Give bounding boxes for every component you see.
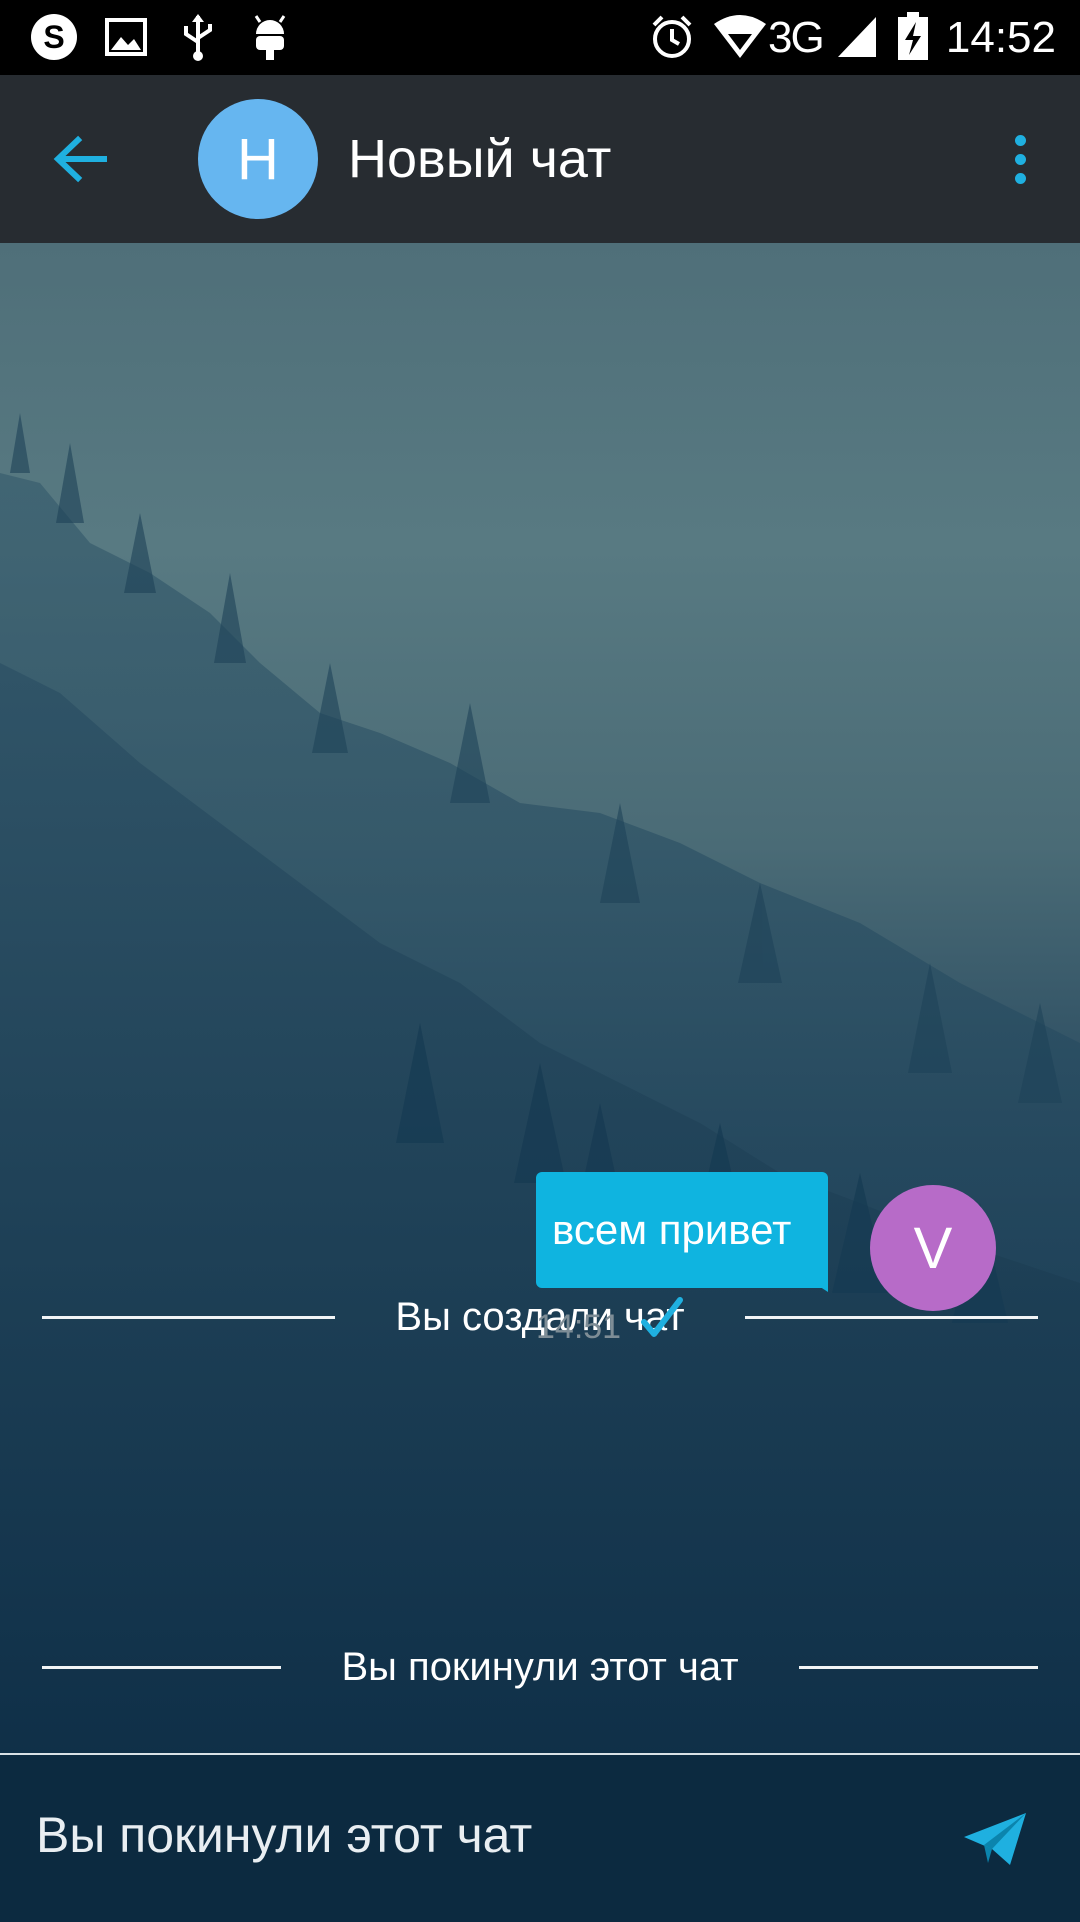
system-message-text: Вы покинули этот чат	[341, 1645, 739, 1689]
send-button[interactable]	[960, 1809, 1030, 1869]
composer-input[interactable]: Вы покинули этот чат	[36, 1803, 532, 1867]
svg-text:S: S	[43, 19, 64, 55]
divider-line	[798, 1666, 1038, 1669]
sender-avatar[interactable]: V	[870, 1185, 996, 1311]
android-icon	[250, 12, 290, 62]
app-bar: Н Новый чат	[0, 75, 1080, 243]
back-button[interactable]	[40, 119, 120, 199]
wifi-icon	[712, 12, 768, 62]
message-bubble[interactable]: всем привет	[536, 1172, 828, 1288]
forest-background	[0, 413, 1080, 1753]
status-bar: S 3G 14:52	[0, 0, 1080, 75]
clock: 14:52	[945, 13, 1056, 62]
alarm-icon	[648, 12, 696, 62]
bubble-tail	[794, 1270, 828, 1292]
more-vert-icon	[1014, 134, 1026, 146]
signal-icon	[836, 12, 878, 62]
divider-line	[42, 1666, 282, 1669]
divider-line	[744, 1316, 1039, 1319]
message-text: всем привет	[552, 1206, 792, 1253]
network-type: 3G	[768, 13, 825, 62]
usb-icon	[178, 12, 218, 62]
battery-charging-icon	[896, 12, 930, 62]
send-icon	[964, 1813, 1026, 1865]
message-composer: Вы покинули этот чат	[0, 1753, 1080, 1922]
skype-icon: S	[28, 12, 80, 62]
chat-title[interactable]: Новый чат	[348, 125, 611, 193]
image-icon	[104, 12, 148, 62]
divider-line	[42, 1316, 336, 1319]
check-icon	[641, 1297, 683, 1337]
chat-avatar[interactable]: Н	[198, 99, 318, 219]
chat-area[interactable]	[0, 243, 1080, 1753]
more-options-button[interactable]	[990, 119, 1050, 199]
message-time: 14:51	[536, 1308, 622, 1346]
arrow-left-icon	[53, 135, 107, 183]
system-message: Вы покинули этот чат	[42, 1645, 1038, 1690]
